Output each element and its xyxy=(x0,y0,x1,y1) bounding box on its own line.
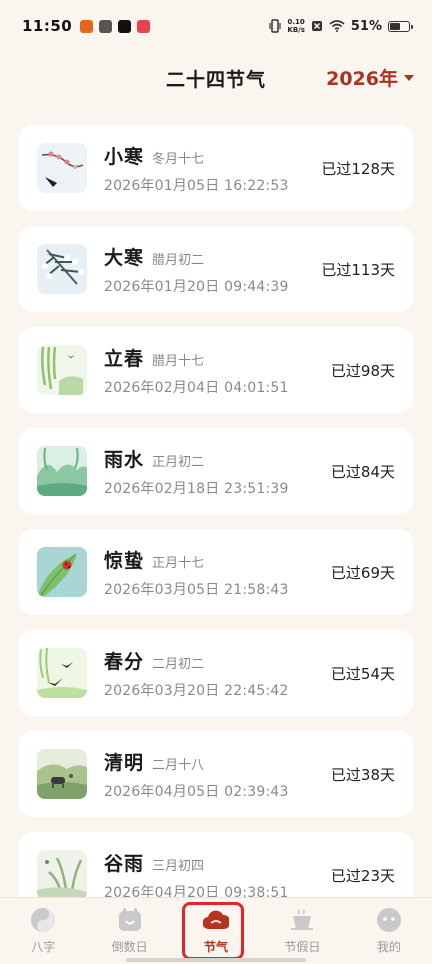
days-passed: 已过84天 xyxy=(330,462,395,481)
lunar-date: 二月十八 xyxy=(152,757,205,773)
nav-item-holidays[interactable]: 节假日 xyxy=(259,898,345,964)
lunar-date: 冬月十七 xyxy=(152,151,205,167)
network-speed: 0.10 KB/s xyxy=(287,18,304,34)
snowy-pine-icon xyxy=(37,244,87,294)
chevron-down-icon xyxy=(404,74,414,81)
term-datetime: 2026年03月20日 22:45:42 xyxy=(104,682,289,699)
lunar-date: 三月初四 xyxy=(152,858,205,874)
nav-label: 我的 xyxy=(376,940,401,954)
term-name: 雨水 xyxy=(104,448,145,471)
days-passed: 已过113天 xyxy=(321,260,395,279)
term-name: 春分 xyxy=(104,650,145,673)
nav-label: 倒数日 xyxy=(111,940,148,954)
term-name: 立春 xyxy=(104,347,145,370)
nav-label: 八字 xyxy=(31,940,56,954)
app-notification-icon xyxy=(137,19,151,33)
calendar-icon xyxy=(118,908,141,931)
battery-percent: 51% xyxy=(350,18,382,34)
term-datetime: 2026年01月05日 16:22:53 xyxy=(104,177,289,194)
coffee-cup-icon xyxy=(291,909,314,930)
solar-term-card[interactable]: 大寒 腊月初二 2026年01月20日 09:44:39 已过113天 xyxy=(19,226,413,312)
lunar-date: 正月十七 xyxy=(152,555,205,571)
ladybug-leaf-icon xyxy=(37,547,87,597)
term-datetime: 2026年02月18日 23:51:39 xyxy=(104,480,289,497)
battery-icon xyxy=(388,20,413,32)
year-label: 2026年 xyxy=(326,68,398,90)
nav-item-profile[interactable]: 我的 xyxy=(346,898,432,964)
willow-swallow-icon xyxy=(37,345,87,395)
term-name: 大寒 xyxy=(104,246,145,269)
solar-term-card[interactable]: 立春 腊月十七 2026年02月04日 04:01:51 已过98天 xyxy=(19,327,413,413)
solar-term-list[interactable]: 小寒 冬月十七 2026年01月05日 16:22:53 已过128天 大寒 腊… xyxy=(19,125,413,933)
status-bar: 11:50 0.10 KB/s 51% xyxy=(0,0,432,52)
solar-term-card[interactable]: 清明 二月十八 2026年04月05日 02:39:43 已过38天 xyxy=(19,731,413,817)
term-datetime: 2026年02月04日 04:01:51 xyxy=(104,379,289,396)
solar-term-card[interactable]: 雨水 正月初二 2026年02月18日 23:51:39 已过84天 xyxy=(19,428,413,514)
solar-term-card[interactable]: 春分 二月初二 2026年03月20日 22:45:42 已过54天 xyxy=(19,630,413,716)
status-time: 11:50 xyxy=(22,17,73,35)
solar-term-card[interactable]: 小寒 冬月十七 2026年01月05日 16:22:53 已过128天 xyxy=(19,125,413,211)
spring-swallows-icon xyxy=(37,648,87,698)
reeds-pond-icon xyxy=(37,850,87,900)
term-name: 谷雨 xyxy=(104,852,145,875)
term-datetime: 2026年01月20日 09:44:39 xyxy=(104,278,289,295)
days-passed: 已过38天 xyxy=(330,765,395,784)
nav-label: 节假日 xyxy=(284,940,321,954)
days-passed: 已过98天 xyxy=(330,361,395,380)
lunar-date: 腊月十七 xyxy=(152,353,205,369)
term-datetime: 2026年04月05日 02:39:43 xyxy=(104,783,289,800)
term-name: 惊蛰 xyxy=(104,549,145,572)
header: 二十四节气 2026年 xyxy=(0,52,432,104)
home-indicator xyxy=(126,958,306,962)
yin-yang-icon xyxy=(31,908,56,932)
vibrate-icon xyxy=(269,19,281,33)
network-speed-unit: KB/s xyxy=(287,26,305,34)
lunar-date: 腊月初二 xyxy=(152,252,205,268)
page-title: 二十四节气 xyxy=(165,68,266,91)
lunar-date: 正月初二 xyxy=(152,454,205,470)
tiktok-icon xyxy=(118,19,132,33)
app-notification-icon xyxy=(80,19,94,33)
solar-term-card[interactable]: 惊蛰 正月十七 2026年03月05日 21:58:43 已过69天 xyxy=(19,529,413,615)
sim-blocked-icon xyxy=(311,21,322,31)
ox-landscape-icon xyxy=(37,749,87,799)
profile-icon xyxy=(376,908,401,932)
app-notification-icon xyxy=(99,19,113,33)
system-status: 0.10 KB/s 51% xyxy=(269,18,413,34)
year-selector[interactable]: 2026年 xyxy=(326,64,414,91)
days-passed: 已过128天 xyxy=(321,159,395,178)
notification-icons xyxy=(80,19,151,33)
term-datetime: 2026年03月05日 21:58:43 xyxy=(104,581,289,598)
active-tab-highlight xyxy=(182,902,244,960)
days-passed: 已过54天 xyxy=(330,664,395,683)
nav-item-countdown[interactable]: 倒数日 xyxy=(86,898,172,964)
nav-item-bazi[interactable]: 八字 xyxy=(0,898,86,964)
network-speed-value: 0.10 xyxy=(287,18,305,26)
term-name: 清明 xyxy=(104,751,145,774)
days-passed: 已过69天 xyxy=(330,563,395,582)
wifi-icon xyxy=(329,20,345,32)
term-name: 小寒 xyxy=(104,145,145,168)
days-passed: 已过23天 xyxy=(330,866,395,885)
lunar-date: 二月初二 xyxy=(152,656,205,672)
plum-blossom-magpie-icon xyxy=(37,143,87,193)
rain-mountain-icon xyxy=(37,446,87,496)
